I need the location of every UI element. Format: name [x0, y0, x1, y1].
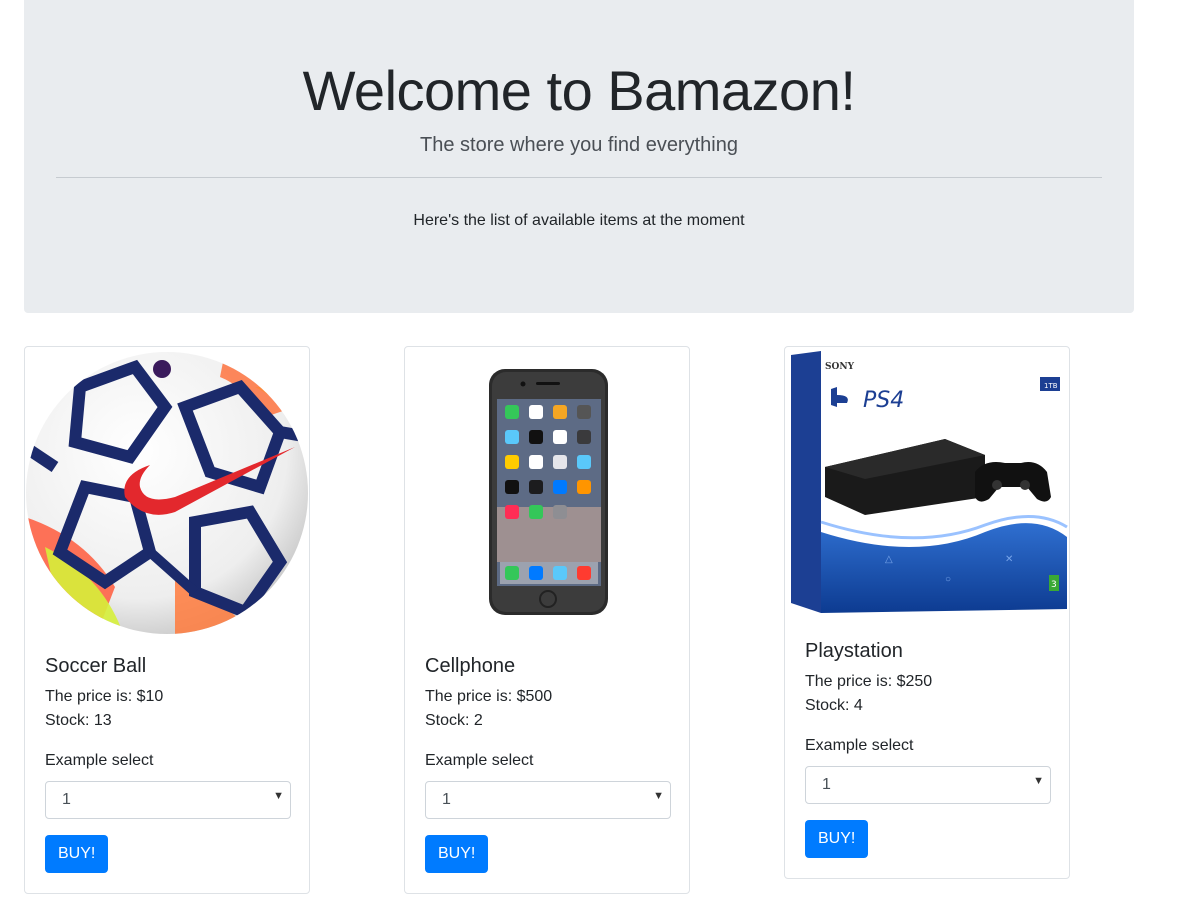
jumbotron-header: Welcome to Bamazon! The store where you … — [24, 0, 1134, 313]
product-name: Soccer Ball — [45, 655, 147, 677]
soccer-ball-image — [25, 347, 309, 639]
quantity-select-label: Example select — [45, 752, 154, 769]
quantity-select-value: 1 — [442, 791, 451, 808]
buy-button[interactable]: BUY! — [425, 835, 489, 873]
chevron-down-icon: ▼ — [653, 790, 664, 802]
box-capacity: 1TB — [1044, 382, 1058, 390]
quantity-select-value: 1 — [62, 791, 71, 808]
lead-text: The store where you find everything — [420, 134, 738, 156]
product-stock: Stock: 4 — [805, 697, 863, 714]
quantity-select-label: Example select — [425, 752, 534, 769]
product-card-cellphone: Cellphone The price is: $500 Stock: 2 Ex… — [404, 346, 690, 894]
svg-text:△: △ — [885, 554, 893, 565]
product-stock: Stock: 13 — [45, 712, 112, 729]
product-stock: Stock: 2 — [425, 712, 483, 729]
smartphone-image — [405, 347, 689, 639]
box-logo: PS4 — [863, 388, 904, 413]
product-card-playstation: SONY PS4 1TB 3 △ ○ ✕ Playstation The pri… — [784, 346, 1070, 879]
svg-text:✕: ✕ — [1005, 554, 1013, 565]
page-title: Welcome to Bamazon! — [302, 59, 856, 122]
buy-button[interactable]: BUY! — [805, 820, 869, 858]
quantity-select[interactable]: 1 ▼ — [425, 781, 671, 819]
divider — [56, 177, 1102, 178]
subtitle-text: Here's the list of available items at th… — [413, 212, 745, 229]
product-price: The price is: $250 — [805, 673, 933, 690]
chevron-down-icon: ▼ — [1033, 775, 1044, 787]
product-price: The price is: $10 — [45, 688, 164, 705]
product-name: Playstation — [805, 640, 903, 662]
quantity-select-value: 1 — [822, 776, 831, 793]
ps4-box-image: SONY PS4 1TB 3 △ ○ ✕ — [785, 347, 1069, 624]
quantity-select[interactable]: 1 ▼ — [805, 766, 1051, 804]
chevron-down-icon: ▼ — [273, 790, 284, 802]
quantity-select[interactable]: 1 ▼ — [45, 781, 291, 819]
product-name: Cellphone — [425, 655, 516, 677]
product-price: The price is: $500 — [425, 688, 553, 705]
svg-text:○: ○ — [945, 574, 951, 585]
buy-button[interactable]: BUY! — [45, 835, 109, 873]
box-rating: 3 — [1051, 580, 1057, 590]
box-brand: SONY — [825, 362, 855, 372]
quantity-select-label: Example select — [805, 737, 914, 754]
product-card-soccer-ball: Soccer Ball The price is: $10 Stock: 13 … — [24, 346, 310, 894]
